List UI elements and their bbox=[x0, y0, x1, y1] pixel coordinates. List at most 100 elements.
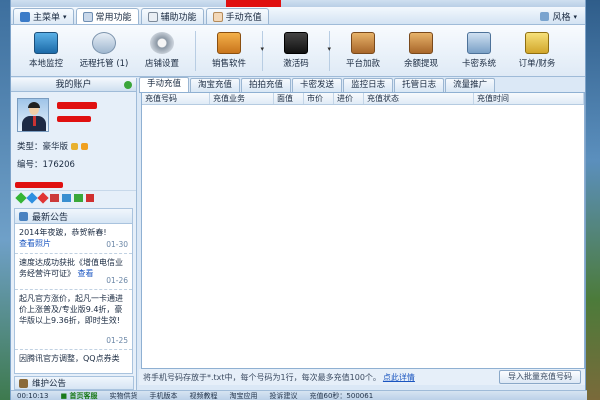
main-menu-button[interactable]: 主菜单 ▾ bbox=[13, 8, 74, 24]
tab-label: 手动充值 bbox=[225, 13, 262, 23]
import-hint: 将手机号码存放于*.txt中，每个号码为1行，每次最多充值100个。 bbox=[143, 372, 381, 382]
column-header[interactable]: 充值号码 bbox=[142, 93, 210, 104]
list-item[interactable]: 2014年夜跛，恭贺新春! 查看照片 01-30 bbox=[15, 224, 132, 254]
style-button[interactable]: 风格 ▾ bbox=[540, 10, 577, 23]
list-item[interactable]: 起凡官方涨价，起凡一卡通进价上涨普及/专业版9.4折，豪华版以上9.36折，即时… bbox=[15, 290, 132, 350]
news-more-link[interactable]: 查看 bbox=[78, 269, 94, 278]
desktop-background-left bbox=[0, 0, 10, 400]
toolbar-platform-deposit[interactable]: 平台加款 bbox=[334, 27, 392, 75]
account-title: 我的账户 bbox=[55, 80, 92, 90]
tab-manual-recharge[interactable]: 手动充值 bbox=[139, 77, 190, 92]
shield-icon bbox=[86, 193, 94, 202]
remote-hosting-icon bbox=[92, 32, 116, 54]
account-header: 我的账户 bbox=[11, 78, 136, 92]
table-header: 充值号码 充值业务 面值 市价 进价 充值状态 充值时间 bbox=[142, 93, 584, 105]
tab-taobao-recharge[interactable]: 淘宝充值 bbox=[190, 78, 241, 92]
redacted-title bbox=[226, 0, 281, 7]
sales-software-icon bbox=[217, 32, 241, 54]
chevron-down-icon: ▾ bbox=[63, 12, 67, 21]
redacted-extra bbox=[15, 182, 63, 188]
star-icon bbox=[81, 143, 89, 150]
main-tabs: 手动充值 淘宝充值 拍拍充值 卡密发送 监控日志 托管日志 流量推广 bbox=[139, 77, 585, 93]
wrench-icon bbox=[19, 378, 28, 388]
toolbar-label: 订单/财务 bbox=[518, 59, 556, 69]
orders-finance-icon bbox=[525, 32, 549, 54]
tab-card-send[interactable]: 卡密发送 bbox=[292, 78, 343, 92]
chevron-down-icon[interactable]: ▾ bbox=[327, 45, 331, 53]
status-support-link[interactable]: ■ 首页客服 bbox=[60, 391, 97, 400]
column-header[interactable]: 充值时间 bbox=[474, 93, 584, 104]
tab-auxiliary-functions[interactable]: 辅助功能 bbox=[140, 8, 204, 24]
column-header[interactable]: 充值业务 bbox=[210, 93, 274, 104]
column-header[interactable]: 进价 bbox=[334, 93, 364, 104]
card-system-icon bbox=[467, 32, 491, 54]
medal-icon bbox=[71, 143, 79, 150]
import-numbers-button[interactable]: 导入批量充值号码 bbox=[499, 370, 581, 384]
hand-icon bbox=[212, 11, 223, 22]
toolbar-orders-finance[interactable]: 订单/财务 bbox=[508, 27, 566, 75]
status-time: 00:10:13 bbox=[17, 391, 49, 400]
activation-code-icon bbox=[284, 32, 308, 54]
account-type: 类型：豪华版 bbox=[17, 140, 89, 152]
tab-manual-recharge[interactable]: 手动充值 bbox=[205, 8, 269, 24]
tab-hosting-log[interactable]: 托管日志 bbox=[394, 78, 445, 92]
tab-paipai-recharge[interactable]: 拍拍充值 bbox=[241, 78, 292, 92]
news-header: 最新公告 bbox=[14, 208, 133, 224]
red-gem-icon bbox=[37, 191, 49, 204]
title-bar bbox=[11, 0, 585, 7]
account-id: 编号：176206 bbox=[17, 158, 75, 170]
toolbar-label: 平台加款 bbox=[345, 59, 380, 69]
status-feedback-link[interactable]: 投诉建议 bbox=[270, 391, 298, 400]
toolbar-sales-software[interactable]: 销售软件 ▾ bbox=[200, 27, 264, 75]
toolbar-label: 本地监控 bbox=[28, 59, 63, 69]
column-header[interactable]: 市价 bbox=[304, 93, 334, 104]
status-video-link[interactable]: 视频教程 bbox=[190, 391, 218, 400]
toolbar-remote-hosting[interactable]: 远程托管 (1) bbox=[75, 27, 133, 75]
news-date: 01-25 bbox=[106, 336, 128, 345]
toolbar-label: 激活码 bbox=[283, 59, 309, 69]
refresh-icon[interactable] bbox=[124, 81, 132, 89]
toolbar-activation-code[interactable]: 激活码 ▾ bbox=[267, 27, 331, 75]
maintenance-notice-button[interactable]: 维护公告 bbox=[14, 376, 134, 390]
toolbar-local-monitor[interactable]: 本地监控 bbox=[17, 27, 75, 75]
toolbar-label: 卡密系统 bbox=[461, 59, 496, 69]
column-header[interactable]: 面值 bbox=[274, 93, 304, 104]
news-title: 最新公告 bbox=[32, 212, 69, 223]
news-date: 01-30 bbox=[106, 240, 128, 249]
chevron-down-icon[interactable]: ▾ bbox=[260, 45, 264, 53]
recharge-table[interactable]: 充值号码 充值业务 面值 市价 进价 充值状态 充值时间 bbox=[141, 93, 585, 369]
gear-icon bbox=[150, 32, 174, 54]
megaphone-icon bbox=[19, 211, 28, 221]
tab-label: 常用功能 bbox=[95, 13, 132, 23]
list-item[interactable]: 速度达成功获批《增值电信业务经营许可证》 查看 01-26 bbox=[15, 254, 132, 290]
news-list[interactable]: 2014年夜跛，恭贺新春! 查看照片 01-30 速度达成功获批《增值电信业务经… bbox=[14, 224, 133, 374]
toolbar-label: 销售软件 bbox=[211, 59, 246, 69]
status-supply-link[interactable]: 实物供货 bbox=[110, 391, 138, 400]
toolbar-shop-settings[interactable]: 店铺设置 bbox=[133, 27, 191, 75]
news-text: 因腾讯官方调整，QQ点券类 bbox=[19, 354, 120, 363]
account-type-label: 类型：豪华版 bbox=[17, 142, 69, 152]
status-mobile-link[interactable]: 手机版本 bbox=[150, 391, 178, 400]
news-date: 01-26 bbox=[106, 276, 128, 285]
tab-monitor-log[interactable]: 监控日志 bbox=[343, 78, 394, 92]
column-header[interactable]: 充值状态 bbox=[364, 93, 474, 104]
maintenance-label: 维护公告 bbox=[32, 379, 67, 389]
toolbar-separator bbox=[195, 30, 196, 71]
import-hint-bar: 将手机号码存放于*.txt中，每个号码为1行，每次最多充值100个。 点此详情 导… bbox=[139, 369, 585, 385]
list-item[interactable]: 因腾讯官方调整，QQ点券类 bbox=[15, 350, 132, 367]
toolbar-card-system[interactable]: 卡密系统 bbox=[450, 27, 508, 75]
platform-deposit-icon bbox=[351, 32, 375, 54]
status-taobao-link[interactable]: 淘宝应用 bbox=[230, 391, 258, 400]
qq-icon bbox=[74, 193, 83, 202]
tab-traffic-promotion[interactable]: 流量推广 bbox=[445, 78, 496, 92]
toolbar-withdraw[interactable]: 余额提现 bbox=[392, 27, 450, 75]
avatar[interactable] bbox=[17, 98, 49, 132]
tab-common-functions[interactable]: 常用功能 bbox=[75, 8, 139, 24]
grid-icon bbox=[82, 11, 93, 22]
news-text: 2014年夜跛，恭贺新春! bbox=[19, 228, 107, 237]
details-link[interactable]: 点此详情 bbox=[383, 372, 415, 383]
toolbar-label: 远程托管 (1) bbox=[79, 59, 129, 69]
toolbar: 本地监控 远程托管 (1) 店铺设置 销售软件 ▾ 激活码 ▾ 平台加款 余额提… bbox=[11, 25, 585, 77]
monitor-icon bbox=[34, 32, 58, 54]
toolbar-label: 余额提现 bbox=[403, 59, 438, 69]
